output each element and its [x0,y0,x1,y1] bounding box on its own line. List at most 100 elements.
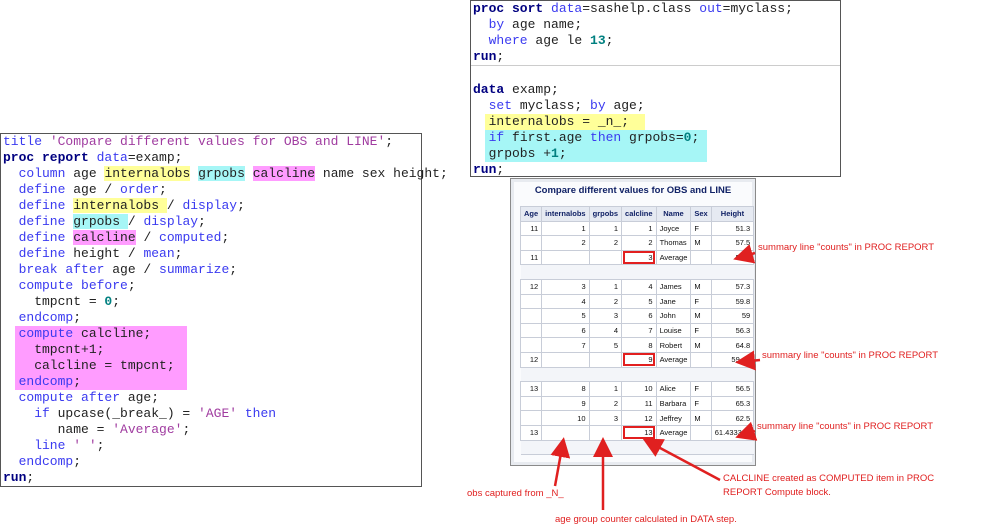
arrow-calcline [642,438,721,482]
code-token: ; [221,230,230,245]
code-token: tmpcnt+1; [3,342,105,357]
code-token: define [3,182,74,197]
code-token: name = [3,422,113,437]
code-token: ' ' [73,438,97,453]
code-line: proc sort data=sashelp.class out=myclass… [471,1,840,17]
code-token: age / [112,262,160,277]
code-token: 'Compare different values for OBS and LI… [49,134,386,149]
code-token: grpobs= [629,130,684,145]
code-token: ; [26,470,35,485]
code-token: age name; [512,17,583,32]
code-token: ; [496,49,505,64]
code-token: if [473,130,513,145]
code-token: data [473,82,513,97]
code-token: then [590,130,630,145]
code-token: ; [198,214,206,229]
code-token: age le [535,33,591,48]
code-token: ; [96,438,105,453]
code-token: age; [127,390,160,405]
code-token: =myclass; [722,1,793,16]
arrow-summary-1 [733,244,756,264]
code-token: ; [691,130,700,145]
code-token: define [3,230,74,245]
code-token: ; [229,262,238,277]
code-token: internalobs [73,198,167,213]
code-token: display [143,214,199,229]
code-token: calcline [252,166,316,181]
code-token: computed [159,230,222,245]
arrow-summary-3 [735,421,758,441]
code-token: compute before [3,278,128,293]
code-token: endcomp [3,374,74,389]
code-token: data [96,150,128,165]
code-token: first.age [512,130,591,145]
code-token: out [699,1,723,16]
code-token: proc report [3,150,97,165]
code-token: line [3,438,74,453]
code-token: age [73,166,105,181]
code-token: column [3,166,74,181]
code-token: upcase(_break_) = [57,406,199,421]
code-token: grpobs [198,166,245,181]
code-token: calcline [73,230,136,245]
code-token: ; [237,198,245,213]
code-token: ; [112,294,121,309]
code-token: ; [127,278,136,293]
code-token: height / [73,246,144,261]
code-token: internalobs [104,166,191,181]
code-token: age; [613,98,645,113]
code-token: mean [143,246,175,261]
code-token: by [473,17,513,32]
code-token: data [551,1,583,16]
code-token: ; [73,374,82,389]
code-token: 1 [551,146,559,161]
code-token: ; [385,134,394,149]
code-token: by [590,98,614,113]
code-token: then [237,406,277,421]
code-line: title 'Compare different values for OBS … [1,134,421,150]
code-token: 'AGE' [198,406,238,421]
code-token: order [120,182,160,197]
code-token: / [135,230,160,245]
code-token: / [127,214,144,229]
code-token: run [3,470,27,485]
code-token: ; [73,454,82,469]
code-token: age / [73,182,121,197]
code-token: grpobs [73,214,128,229]
code-token: endcomp [3,454,74,469]
code-token: ; [159,182,167,197]
code-token: define [3,198,74,213]
code-token: define [3,214,74,229]
code-token: / [166,198,183,213]
code-token: compute after [3,390,128,405]
code-token: =sashelp.class [582,1,700,16]
code-token: summarize [159,262,230,277]
code-token: myclass; [519,98,591,113]
code-token: =examp; [127,150,183,165]
code-token: calcline = tmpcnt; [3,358,175,373]
code-token: where [473,33,536,48]
code-token: 13 [590,33,606,48]
code-token: examp; [512,82,559,97]
code-token: internalobs = _n_; [473,114,630,129]
code-token: calcline; [81,326,152,341]
arrow-summary-2 [735,350,761,371]
code-token: if [3,406,58,421]
code-token: display [182,198,238,213]
code-token: run [473,162,497,177]
code-token: name sex height; [315,166,448,181]
code-token: break after [3,262,113,277]
code-token: ; [174,246,183,261]
code-token: ; [182,422,191,437]
code-token: grpobs + [473,146,552,161]
code-token: title [3,134,50,149]
code-token: compute [3,326,82,341]
code-token: ; [605,33,614,48]
arrow-obs [550,437,571,487]
code-token: ; [73,310,82,325]
code-token: endcomp [3,310,74,325]
code-token: tmpcnt = [3,294,105,309]
code-token: ; [496,162,505,177]
